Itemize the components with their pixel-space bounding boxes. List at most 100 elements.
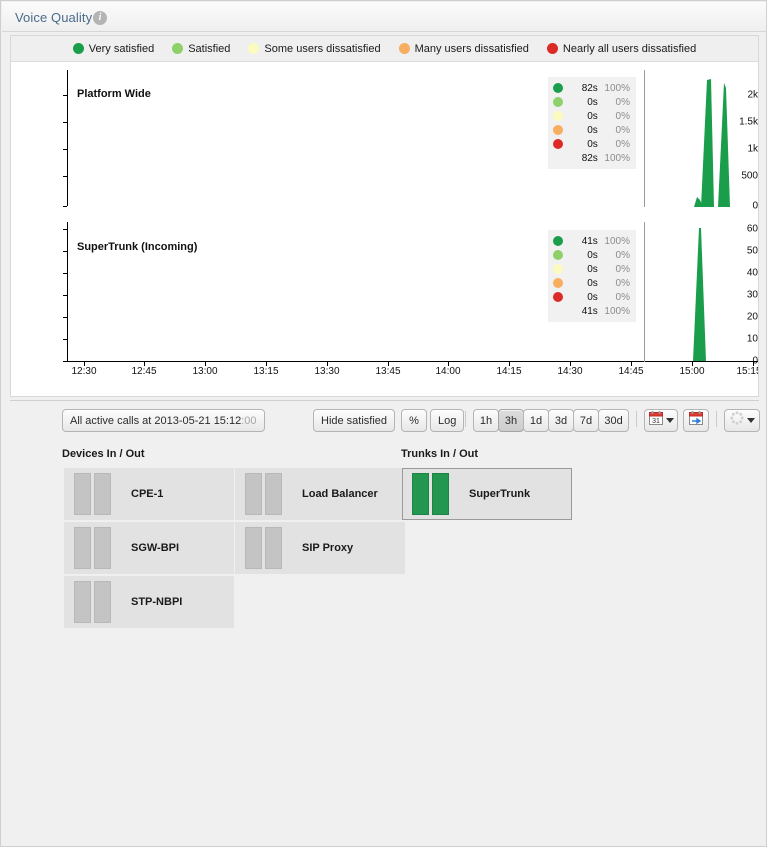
legend-color-swatch <box>546 43 558 54</box>
log-scale-button[interactable]: Log <box>430 409 465 432</box>
stat-color-swatch <box>553 250 563 260</box>
device-tile-sgw-bpi[interactable]: SGW-BPI <box>64 522 234 574</box>
svg-text:31: 31 <box>652 418 660 425</box>
device-tile-stp-nbpi[interactable]: STP-NBPI <box>64 576 234 628</box>
page-title: Voice Quality <box>15 10 93 25</box>
stat-total-percent: 100% <box>604 152 630 164</box>
stat-row: 0s 0% <box>553 262 630 276</box>
plot-area[interactable]: 0 500 1k 1.5k 2k Platform Wide 82s 100% … <box>11 62 758 396</box>
charts-card: Very satisfied Satisfied Some users diss… <box>10 35 759 397</box>
stat-percent: 100% <box>604 235 630 247</box>
range-3d-button[interactable]: 3d <box>548 409 574 432</box>
stat-value: 0s <box>587 138 598 150</box>
stat-color-swatch <box>553 278 563 288</box>
chart-supertrunk-incoming[interactable]: 0 10 20 30 40 50 60 SuperTrunk (Incoming… <box>11 222 758 372</box>
x-tick-label: 13:00 <box>192 366 218 377</box>
range-30d-button[interactable]: 30d <box>598 409 629 432</box>
chevron-down-icon <box>746 418 755 423</box>
in-bar <box>245 473 262 515</box>
hide-satisfied-button[interactable]: Hide satisfied <box>313 409 396 432</box>
time-cursor-line <box>644 70 645 207</box>
x-tick-label: 15:15 <box>736 366 758 377</box>
stat-row: 0s 0% <box>553 276 630 290</box>
device-name: STP-NBPI <box>131 596 183 608</box>
out-bar <box>265 473 282 515</box>
timestamp-text: All active calls at 2013-05-21 15:12 <box>70 414 242 427</box>
x-tick-label: 14:15 <box>496 366 522 377</box>
calendar-31-icon: 31 <box>648 411 663 430</box>
legend-label: Satisfied <box>188 42 231 55</box>
device-tile-sip-proxy[interactable]: SIP Proxy <box>235 522 405 574</box>
endpoints-pane: Devices In / Out CPE-1 Load Balancer SGW… <box>10 438 759 839</box>
stat-color-swatch <box>553 83 563 93</box>
stat-percent: 0% <box>615 96 630 108</box>
voice-quality-panel: Voice Quality i Very satisfied Satisfied… <box>0 0 767 847</box>
stat-value: 0s <box>587 96 598 108</box>
legend-color-swatch <box>72 43 84 54</box>
stat-value: 0s <box>587 249 598 261</box>
chart-platform-wide[interactable]: 0 500 1k 1.5k 2k Platform Wide 82s 100% … <box>11 70 758 220</box>
legend-item[interactable]: Nearly all users dissatisfied <box>546 42 697 55</box>
x-tick-label: 14:45 <box>618 366 644 377</box>
device-name: CPE-1 <box>131 488 164 500</box>
inout-bars-icon <box>245 473 282 515</box>
device-name: SGW-BPI <box>131 542 180 554</box>
x-tick-label: 13:45 <box>375 366 401 377</box>
stat-row: 0s 0% <box>553 137 630 151</box>
range-3h-button[interactable]: 3h <box>498 409 524 432</box>
range-7d-button[interactable]: 7d <box>573 409 599 432</box>
stat-value: 0s <box>587 110 598 122</box>
range-1d-button[interactable]: 1d <box>523 409 549 432</box>
legend-color-swatch <box>172 43 184 54</box>
refresh-interval-button[interactable] <box>724 409 760 432</box>
device-tile-cpe-1[interactable]: CPE-1 <box>64 468 234 520</box>
legend-label: Very satisfied <box>88 42 155 55</box>
stat-total-row: 41s 100% <box>553 304 630 318</box>
legend-item[interactable]: Many users dissatisfied <box>398 43 529 55</box>
stat-color-swatch <box>553 97 563 107</box>
device-tile-load-balancer[interactable]: Load Balancer <box>235 468 405 520</box>
inout-bars-icon <box>412 473 449 515</box>
percent-toggle-button[interactable]: % <box>401 409 427 432</box>
out-bar <box>94 581 111 623</box>
trunks-section-label: Trunks In / Out <box>401 448 479 460</box>
stat-value: 82s <box>581 82 598 94</box>
calendar-picker-button[interactable]: 31 <box>644 409 678 432</box>
inout-bars-icon <box>74 473 111 515</box>
calendar-export-icon <box>689 411 703 430</box>
x-tick-label: 14:00 <box>435 366 461 377</box>
chart2-stat-box: 41s 100% 0s 0% 0s 0% 0s 0% 0s 0% 41s 100… <box>548 230 636 322</box>
stat-color-swatch <box>553 139 563 149</box>
stat-total-value: 82s <box>581 152 598 164</box>
chart-toolbar: All active calls at 2013-05-21 15:12:00 … <box>10 400 760 438</box>
out-bar <box>94 473 111 515</box>
stat-value: 41s <box>581 235 598 247</box>
chart-series-area <box>694 79 730 207</box>
inout-bars-icon <box>245 527 282 569</box>
in-bar <box>74 527 91 569</box>
stat-row: 0s 0% <box>553 109 630 123</box>
stat-row: 41s 100% <box>553 234 630 248</box>
legend-item[interactable]: Some users dissatisfied <box>248 42 381 55</box>
chart1-stat-box: 82s 100% 0s 0% 0s 0% 0s 0% 0s 0% 82s 100… <box>548 77 636 169</box>
legend-item[interactable]: Satisfied <box>172 43 230 55</box>
stat-total-percent: 100% <box>604 305 630 317</box>
range-1h-button[interactable]: 1h <box>473 409 499 432</box>
panel-header: Voice Quality i <box>2 2 766 32</box>
stat-total-row: 82s 100% <box>553 151 630 165</box>
x-tick-label: 12:45 <box>131 366 157 377</box>
stat-percent: 0% <box>615 263 630 275</box>
inout-bars-icon <box>74 581 111 623</box>
x-tick-label: 13:30 <box>314 366 340 377</box>
out-bar <box>432 473 449 515</box>
legend-label: Nearly all users dissatisfied <box>562 42 697 55</box>
info-icon[interactable]: i <box>93 11 107 25</box>
out-bar <box>94 527 111 569</box>
legend-item[interactable]: Very satisfied <box>72 42 155 55</box>
active-calls-timestamp-button[interactable]: All active calls at 2013-05-21 15:12:00 <box>62 409 265 432</box>
trunk-tile-supertrunk[interactable]: SuperTrunk <box>402 468 572 520</box>
calendar-export-button[interactable] <box>683 409 709 432</box>
stat-color-swatch <box>553 264 563 274</box>
legend-label: Some users dissatisfied <box>264 42 381 55</box>
x-tick-label: 13:15 <box>253 366 279 377</box>
